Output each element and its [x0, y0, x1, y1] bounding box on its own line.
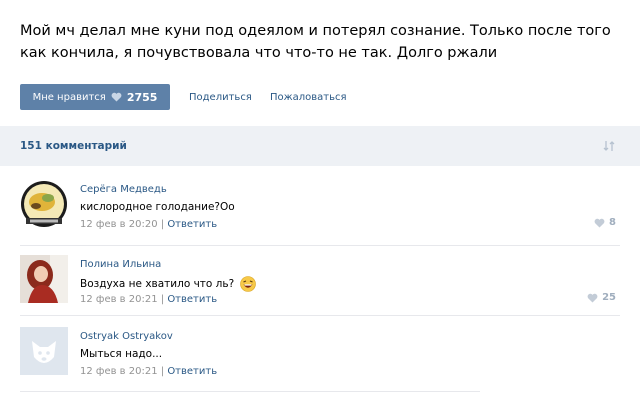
- comment-like[interactable]: 25: [587, 292, 616, 303]
- comment-text: кислородное голодание?Оо: [80, 201, 235, 213]
- comment-author[interactable]: Серёга Медведь: [80, 184, 167, 195]
- comment-like-count: 8: [609, 217, 616, 228]
- share-link[interactable]: Поделиться: [189, 92, 252, 103]
- meta-separator: |: [157, 294, 168, 305]
- comment-item: Ostryak Ostryakov Мыться надо... 12 фев …: [20, 327, 480, 392]
- comment-author[interactable]: Ostryak Ostryakov: [80, 331, 173, 342]
- like-button-label: Мне нравится: [32, 91, 106, 103]
- sort-icon[interactable]: [602, 139, 616, 153]
- comment-author[interactable]: Полина Ильина: [80, 259, 161, 270]
- comment-meta: 12 фев в 20:21 | Ответить: [80, 294, 217, 305]
- comment-date[interactable]: 12 фев в 20:21: [80, 366, 158, 377]
- comment-meta: 12 фев в 20:21 | Ответить: [80, 366, 217, 377]
- comment-date[interactable]: 12 фев в 20:21: [80, 294, 158, 305]
- like-count: 2755: [126, 90, 158, 104]
- comment-item: Полина Ильина Воздуха не хватило что ль?…: [20, 255, 620, 316]
- post-text: Мой мч делал мне куни под одеялом и поте…: [20, 23, 611, 61]
- comments-count[interactable]: 151 комментарий: [20, 140, 127, 152]
- meta-separator: |: [157, 219, 168, 230]
- comment-text: Воздуха не хватило что ль?: [80, 276, 257, 292]
- user-photo-avatar: [20, 255, 68, 303]
- meta-separator: |: [157, 366, 168, 377]
- comment-text-content: Воздуха не хватило что ль?: [80, 278, 235, 290]
- comment-meta: 12 фев в 20:20 | Ответить: [80, 219, 217, 230]
- report-link[interactable]: Пожаловаться: [270, 92, 347, 103]
- reply-link[interactable]: Ответить: [167, 294, 217, 305]
- reply-link[interactable]: Ответить: [167, 366, 217, 377]
- heart-icon: [587, 293, 598, 303]
- heart-icon: [111, 92, 122, 102]
- comment-date[interactable]: 12 фев в 20:20: [80, 219, 158, 230]
- bee-avatar-icon: [21, 181, 67, 227]
- laughing-emoji-icon: [240, 276, 257, 292]
- comment-like[interactable]: 8: [594, 217, 616, 228]
- avatar[interactable]: [20, 255, 68, 303]
- comments-header: 151 комментарий: [0, 126, 640, 166]
- vk-dog-avatar-icon: [20, 327, 68, 375]
- avatar[interactable]: [20, 180, 68, 228]
- comment-item: Серёга Медведь кислородное голодание?Оо …: [20, 180, 620, 246]
- reply-link[interactable]: Ответить: [167, 219, 217, 230]
- like-button[interactable]: Мне нравится 2755: [20, 84, 170, 110]
- comment-like-count: 25: [602, 292, 616, 303]
- heart-icon: [594, 218, 605, 228]
- avatar[interactable]: [20, 327, 68, 375]
- comment-text: Мыться надо...: [80, 348, 163, 360]
